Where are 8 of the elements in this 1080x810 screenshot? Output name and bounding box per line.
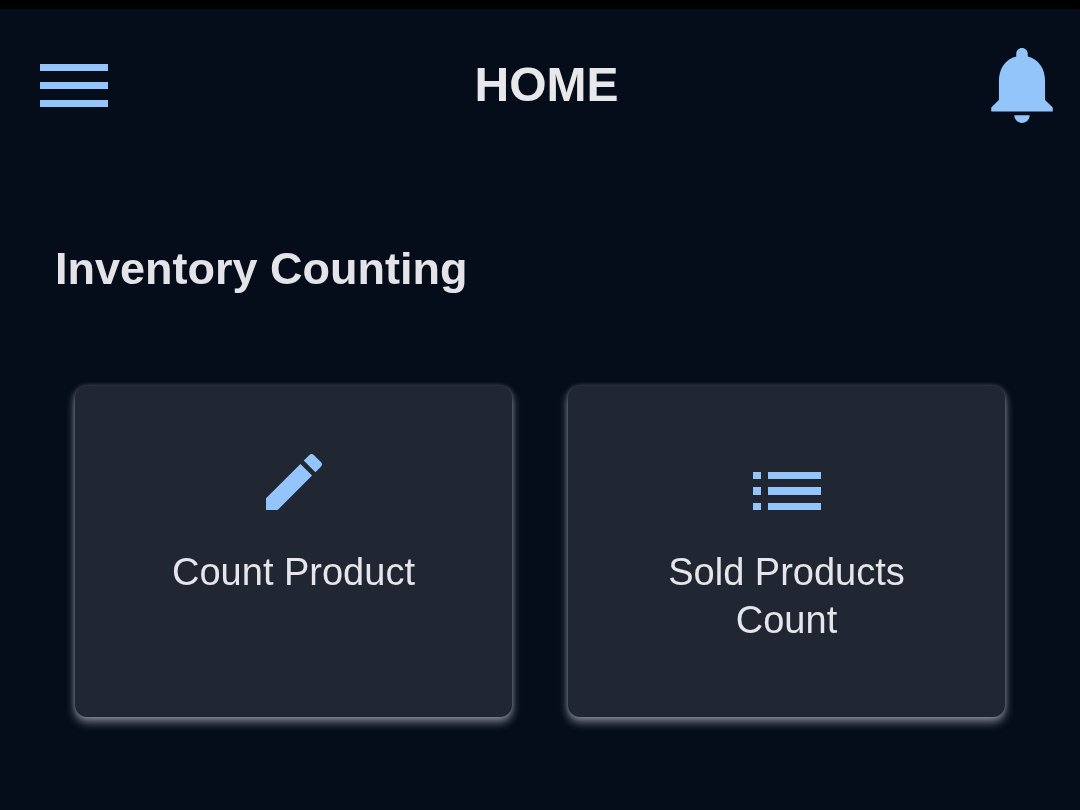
menu-card[interactable]: Sold Products Count [568,386,1005,717]
section-heading: Inventory Counting [55,242,468,296]
menu-card[interactable]: Count Product [75,386,512,717]
menu-icon[interactable] [40,63,108,107]
list-icon [752,472,821,510]
notifications-bell-icon[interactable] [991,47,1053,123]
page-title: HOME [474,57,619,113]
pencil-icon [265,454,322,510]
